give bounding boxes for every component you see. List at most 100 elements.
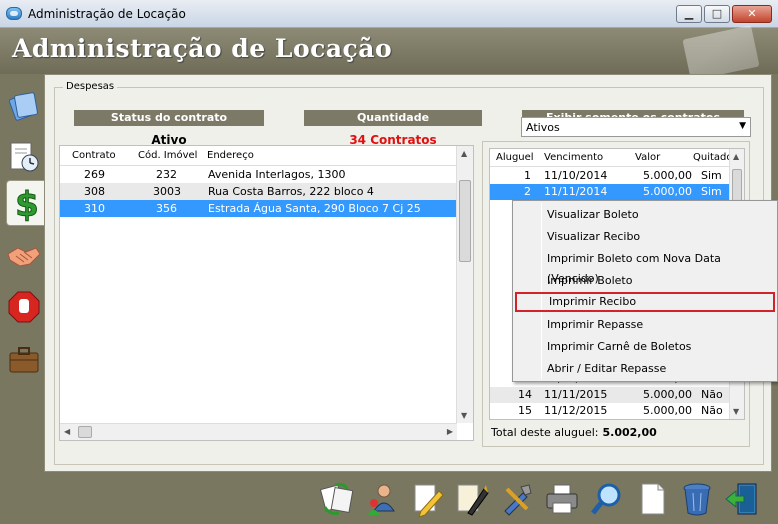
search-button[interactable]	[586, 478, 628, 520]
cell-valor: 5.000,00	[643, 404, 692, 417]
scroll-down-icon[interactable]: ▼	[461, 411, 467, 420]
scroll-thumb[interactable]	[459, 180, 471, 262]
col-contrato[interactable]: Contrato	[72, 150, 116, 161]
table-row[interactable]: 14 11/11/2015 5.000,00 Não	[490, 387, 730, 403]
exit-button[interactable]	[721, 478, 763, 520]
table-row-selected[interactable]: 2 11/11/2014 5.000,00 Sim	[490, 184, 730, 200]
title-bar: Administração de Locação ▁ □ ✕	[0, 0, 778, 28]
sidebar-item-documents[interactable]	[5, 82, 43, 128]
cell-imovel: 356	[156, 202, 177, 215]
tools-icon	[504, 484, 532, 516]
group-label: Despesas	[63, 81, 118, 92]
table-row[interactable]: 15 11/12/2015 5.000,00 Não	[490, 403, 730, 419]
exit-door-icon	[725, 483, 757, 515]
cell-aluguel: 2	[524, 185, 531, 198]
scroll-up-icon[interactable]: ▲	[461, 149, 467, 158]
table-row[interactable]: 1 11/10/2014 5.000,00 Sim	[490, 168, 730, 184]
pencil-icon	[414, 484, 444, 517]
blank-document-icon	[641, 483, 665, 515]
menu-item-imprimir-boleto[interactable]: Imprimir Boleto	[515, 271, 775, 291]
transfer-icon	[319, 483, 354, 515]
contratos-header: Contrato Cód. Imóvel Endereço	[60, 146, 473, 166]
col-vencimento[interactable]: Vencimento	[544, 152, 603, 163]
sidebar-item-bloqueio[interactable]	[5, 284, 43, 330]
menu-item-imprimir-carne[interactable]: Imprimir Carnê de Boletos	[515, 337, 775, 357]
col-valor[interactable]: Valor	[635, 152, 660, 163]
cell-valor: 5.000,00	[643, 169, 692, 182]
total-label: Total deste aluguel:	[491, 426, 599, 439]
col-aluguel[interactable]: Aluguel	[496, 152, 534, 163]
new-document-button[interactable]	[631, 478, 673, 520]
contratos-hscrollbar[interactable]: ◀ ▶	[60, 423, 457, 440]
tools-button[interactable]	[496, 478, 538, 520]
cell-valor: 5.000,00	[643, 388, 692, 401]
cell-endereco: Estrada Água Santa, 290 Bloco 7 Cj 25	[208, 202, 421, 215]
context-menu: Visualizar Boleto Visualizar Recibo Impr…	[512, 200, 778, 382]
cell-valor: 5.000,00	[643, 185, 692, 198]
menu-item-imprimir-repasse[interactable]: Imprimir Repasse	[515, 315, 775, 335]
cell-vencimento: 11/11/2015	[544, 388, 608, 401]
delete-button[interactable]	[676, 478, 718, 520]
scroll-right-icon[interactable]: ▶	[447, 427, 453, 436]
cell-endereco: Avenida Interlagos, 1300	[208, 168, 346, 181]
sidebar-item-schedule[interactable]	[5, 134, 43, 180]
sidebar-item-arquivo[interactable]	[5, 336, 43, 382]
app-header: Administração de Locação	[0, 25, 778, 81]
cell-quitado: Sim	[701, 169, 722, 182]
cell-quitado: Sim	[701, 185, 722, 198]
cell-vencimento: 11/12/2015	[544, 404, 608, 417]
menu-item-abrir-editar-repasse[interactable]: Abrir / Editar Repasse	[515, 359, 775, 379]
svg-text:$: $	[15, 185, 39, 223]
menu-item-visualizar-boleto[interactable]: Visualizar Boleto	[515, 205, 775, 225]
col-endereco[interactable]: Endereço	[207, 150, 254, 161]
close-button[interactable]: ✕	[732, 5, 772, 23]
contratos-table[interactable]: Contrato Cód. Imóvel Endereço 269 232 Av…	[59, 145, 474, 441]
cell-aluguel: 1	[524, 169, 531, 182]
menu-item-imprimir-recibo[interactable]: Imprimir Recibo	[515, 292, 775, 312]
table-row[interactable]: 269 232 Avenida Interlagos, 1300	[60, 166, 457, 183]
users-button[interactable]	[361, 478, 403, 520]
table-row-selected[interactable]: 310 356 Estrada Água Santa, 290 Bloco 7 …	[60, 200, 457, 217]
maximize-button[interactable]: □	[704, 5, 730, 23]
status-label: Status do contrato	[74, 110, 264, 126]
chevron-down-icon: ▼	[739, 121, 746, 131]
printer-icon	[546, 484, 578, 514]
filter-selected-value: Ativos	[526, 121, 560, 134]
sidebar-item-financeiro[interactable]: $	[6, 180, 46, 226]
cell-aluguel: 14	[518, 388, 532, 401]
window-title: Administração de Locação	[28, 7, 186, 21]
briefcase-icon	[9, 347, 39, 373]
total-value: 5.002,00	[602, 426, 657, 439]
header-decoration-icon	[682, 25, 760, 81]
handshake-icon	[7, 247, 41, 267]
menu-item-visualizar-recibo[interactable]: Visualizar Recibo	[515, 227, 775, 247]
sidebar-item-acordos[interactable]	[5, 234, 43, 280]
scroll-down-icon[interactable]: ▼	[733, 407, 739, 416]
cell-contrato: 269	[84, 168, 105, 181]
transfer-button[interactable]	[316, 478, 358, 520]
cell-quitado: Não	[701, 388, 723, 401]
col-quitado[interactable]: Quitado	[693, 152, 733, 163]
menu-item-imprimir-boleto-nova-data[interactable]: Imprimir Boleto com Nova Data (Vencido)	[515, 249, 775, 285]
scroll-left-icon[interactable]: ◀	[64, 427, 70, 436]
filter-select[interactable]: Ativos ▼	[521, 117, 751, 137]
bottom-toolbar	[316, 478, 766, 520]
users-icon	[368, 484, 395, 515]
cell-vencimento: 11/11/2014	[544, 185, 608, 198]
scroll-up-icon[interactable]: ▲	[733, 152, 739, 161]
trash-icon	[683, 483, 711, 516]
pen-icon	[457, 484, 489, 516]
col-cod-imovel[interactable]: Cód. Imóvel	[138, 150, 197, 161]
cell-imovel: 3003	[153, 185, 181, 198]
contratos-vscrollbar[interactable]: ▲ ▼	[456, 146, 473, 423]
dollar-icon: $	[14, 185, 39, 224]
table-row[interactable]: 308 3003 Rua Costa Barros, 222 bloco 4	[60, 183, 457, 200]
cell-contrato: 308	[84, 185, 105, 198]
print-button[interactable]	[541, 478, 583, 520]
cell-endereco: Rua Costa Barros, 222 bloco 4	[208, 185, 374, 198]
minimize-button[interactable]: ▁	[676, 5, 702, 23]
scroll-thumb[interactable]	[78, 426, 92, 438]
sign-button[interactable]	[451, 478, 493, 520]
edit-button[interactable]	[406, 478, 448, 520]
cell-imovel: 232	[156, 168, 177, 181]
